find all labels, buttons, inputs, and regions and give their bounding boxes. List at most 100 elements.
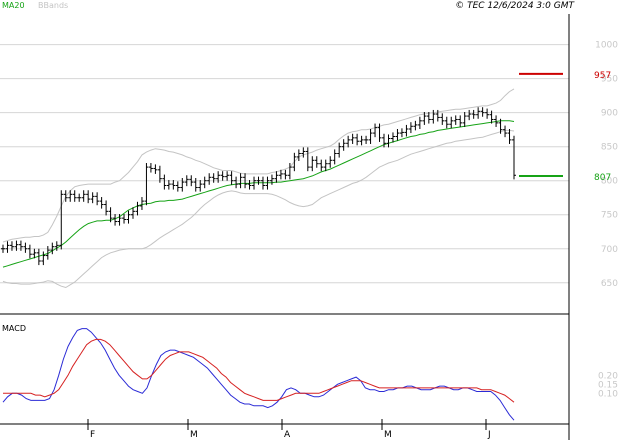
- price-tick-label: 750: [601, 211, 618, 221]
- price-bar: [90, 192, 95, 204]
- signal-line: [3, 338, 515, 403]
- price-bar: [59, 190, 64, 250]
- price-bar: [157, 165, 162, 183]
- legend-ma20: MA20: [2, 1, 25, 10]
- price-bar: [359, 135, 364, 146]
- price-bar: [113, 214, 118, 226]
- price-bar: [5, 241, 10, 253]
- copyright-label: © TEC 12/6/2024 3:0 GMT: [455, 1, 575, 11]
- price-bar: [18, 240, 23, 251]
- price-bar: [229, 171, 234, 185]
- price-bar: [41, 251, 46, 266]
- price-bar: [23, 242, 28, 253]
- price-bar: [480, 107, 485, 117]
- price-bar: [104, 200, 109, 216]
- price-bar: [175, 181, 180, 192]
- price-bar: [328, 156, 333, 168]
- x-tick-label: M: [190, 430, 198, 440]
- price-bar: [355, 133, 360, 146]
- x-tick-label: A: [284, 430, 291, 440]
- price-bar: [296, 149, 301, 161]
- price-bar: [503, 125, 508, 138]
- price-bar: [449, 116, 454, 129]
- price-bar: [507, 128, 512, 144]
- price-bar: [346, 135, 351, 148]
- price-bar: [305, 147, 310, 172]
- price-bar: [9, 241, 14, 251]
- price-bar: [81, 190, 86, 202]
- price-bar: [139, 197, 144, 210]
- price-bar: [399, 128, 404, 138]
- price-bar: [292, 152, 297, 172]
- x-tick-label: J: [487, 430, 491, 440]
- price-bar: [368, 128, 373, 144]
- price-bar: [27, 244, 32, 259]
- macd-tick-label: 0.10: [598, 389, 618, 399]
- price-annotations: 957 807: [519, 71, 611, 183]
- price-bar: [162, 174, 167, 190]
- price-bar: [95, 192, 100, 206]
- x-axis: FMAMJ: [87, 419, 491, 440]
- price-bar: [444, 116, 449, 129]
- price-tick-label: 900: [601, 109, 618, 119]
- bbands-lower-line: [2, 129, 515, 289]
- price-tick-label: 650: [601, 279, 618, 289]
- price-bar: [14, 240, 19, 251]
- price-bar: [225, 171, 230, 181]
- price-grid: [0, 44, 569, 284]
- price-bar: [314, 156, 319, 168]
- price-bar: [1, 244, 5, 253]
- price-bar: [462, 111, 467, 127]
- price-bar: [440, 113, 445, 125]
- price-bar: [319, 159, 324, 172]
- price-bar: [364, 135, 369, 144]
- price-tick-label: 850: [601, 143, 618, 153]
- level-label-807: 807: [594, 173, 611, 183]
- x-tick-label: M: [384, 430, 392, 440]
- price-bar: [153, 164, 158, 174]
- price-bar: [207, 173, 212, 185]
- x-tick-label: F: [90, 430, 95, 440]
- price-bar: [323, 159, 328, 172]
- price-bar: [247, 180, 252, 190]
- price-bar: [135, 201, 140, 216]
- price-bar: [220, 171, 225, 181]
- price-bar: [467, 109, 472, 121]
- price-bar: [512, 135, 516, 180]
- price-bar: [310, 156, 315, 172]
- macd-tick-label: 0.15: [598, 380, 618, 390]
- price-bar: [408, 122, 413, 134]
- macd-panel-title: MACD: [2, 324, 26, 333]
- price-bar: [99, 197, 104, 209]
- price-bar: [341, 139, 346, 151]
- level-label-957: 957: [594, 71, 611, 81]
- price-bar: [386, 134, 391, 148]
- price-bar: [126, 210, 131, 224]
- price-bar: [180, 177, 185, 192]
- price-bar: [211, 173, 216, 183]
- price-bar: [453, 115, 458, 125]
- price-bar: [202, 176, 207, 189]
- price-bar: [171, 180, 176, 190]
- price-bar: [166, 180, 171, 190]
- price-bar: [193, 177, 198, 192]
- macd-panel: 0.100.150.20: [2, 328, 618, 421]
- price-bar: [395, 128, 400, 141]
- stock-chart: MA20 BBands © TEC 12/6/2024 3:0 GMT MACD…: [0, 1, 618, 440]
- price-bar: [283, 169, 288, 180]
- price-bar: [77, 193, 82, 202]
- price-bar: [337, 142, 342, 158]
- price-bar: [198, 180, 203, 192]
- price-bar: [256, 176, 261, 185]
- price-bar: [72, 190, 77, 202]
- price-bar: [413, 120, 418, 131]
- macd-line: [2, 328, 515, 421]
- macd-tick-label: 0.20: [598, 371, 618, 381]
- price-bar: [234, 176, 239, 189]
- legend-bbands: BBands: [38, 1, 68, 10]
- price-bar: [471, 109, 476, 119]
- price-bar: [122, 214, 127, 224]
- price-bar: [332, 149, 337, 165]
- price-bar: [458, 115, 463, 127]
- price-tick-label: 700: [601, 245, 618, 255]
